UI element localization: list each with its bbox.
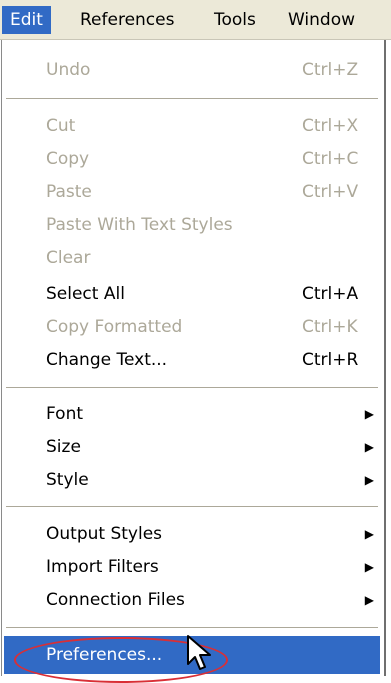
menu-item-select-all[interactable]: Select All Ctrl+A [4, 278, 380, 311]
menu-item-paste-with-text-styles[interactable]: Paste With Text Styles [4, 209, 380, 242]
submenu-arrow-icon: ▶ [364, 560, 374, 574]
menu-item-change-text[interactable]: Change Text... Ctrl+R [4, 344, 380, 377]
menu-tools[interactable]: Tools [206, 6, 264, 34]
menu-item-label: Cut [46, 116, 76, 136]
menu-item-copy[interactable]: Copy Ctrl+C [4, 143, 380, 176]
menu-item-label: Paste [46, 182, 92, 202]
menu-item-copy-formatted[interactable]: Copy Formatted Ctrl+K [4, 311, 380, 344]
menu-edit[interactable]: Edit [2, 6, 51, 34]
menu-item-undo[interactable]: Undo Ctrl+Z [4, 54, 380, 87]
menu-item-clear[interactable]: Clear [4, 242, 380, 275]
shortcut-label: Ctrl+C [302, 149, 359, 169]
submenu-arrow-icon: ▶ [364, 473, 374, 487]
menu-item-connection-files[interactable]: Connection Files ▶ [4, 584, 380, 617]
menu-item-label: Copy [46, 149, 90, 169]
submenu-arrow-icon: ▶ [364, 593, 374, 607]
menu-item-preferences[interactable]: Preferences... [4, 636, 380, 674]
submenu-arrow-icon: ▶ [364, 407, 374, 421]
menu-bar: Edit References Tools Window [0, 0, 391, 40]
shortcut-label: Ctrl+Z [302, 60, 359, 80]
menu-item-label: Style [46, 470, 89, 490]
menu-item-font[interactable]: Font ▶ [4, 398, 380, 431]
submenu-arrow-icon: ▶ [364, 527, 374, 541]
menu-item-label: Change Text... [46, 350, 168, 370]
menu-item-cut[interactable]: Cut Ctrl+X [4, 110, 380, 143]
menu-separator [6, 627, 378, 629]
menu-item-label: Paste With Text Styles [46, 215, 233, 235]
shortcut-label: Ctrl+A [302, 284, 359, 304]
shortcut-label: Ctrl+V [302, 182, 359, 202]
menu-references[interactable]: References [72, 6, 182, 34]
menu-item-label: Copy Formatted [46, 317, 183, 337]
shortcut-label: Ctrl+R [302, 350, 359, 370]
menu-item-import-filters[interactable]: Import Filters ▶ [4, 551, 380, 584]
menu-item-label: Font [46, 404, 84, 424]
menu-separator [6, 387, 378, 389]
menu-item-label: Import Filters [46, 557, 159, 577]
menu-item-label: Size [46, 437, 81, 457]
menu-item-label: Undo [46, 60, 91, 80]
submenu-arrow-icon: ▶ [364, 440, 374, 454]
menu-separator [6, 98, 378, 100]
menu-item-label: Preferences... [46, 645, 163, 665]
shortcut-label: Ctrl+X [302, 116, 359, 136]
menu-item-label: Select All [46, 284, 125, 304]
menu-separator [6, 506, 378, 508]
menu-item-paste[interactable]: Paste Ctrl+V [4, 176, 380, 209]
shortcut-label: Ctrl+K [302, 317, 358, 337]
menu-item-label: Connection Files [46, 590, 185, 610]
menu-item-output-styles[interactable]: Output Styles ▶ [4, 518, 380, 551]
menu-item-label: Output Styles [46, 524, 163, 544]
menu-item-style[interactable]: Style ▶ [4, 464, 380, 497]
menu-item-label: Clear [46, 248, 91, 268]
menu-window[interactable]: Window [280, 6, 363, 34]
menu-item-size[interactable]: Size ▶ [4, 431, 380, 464]
